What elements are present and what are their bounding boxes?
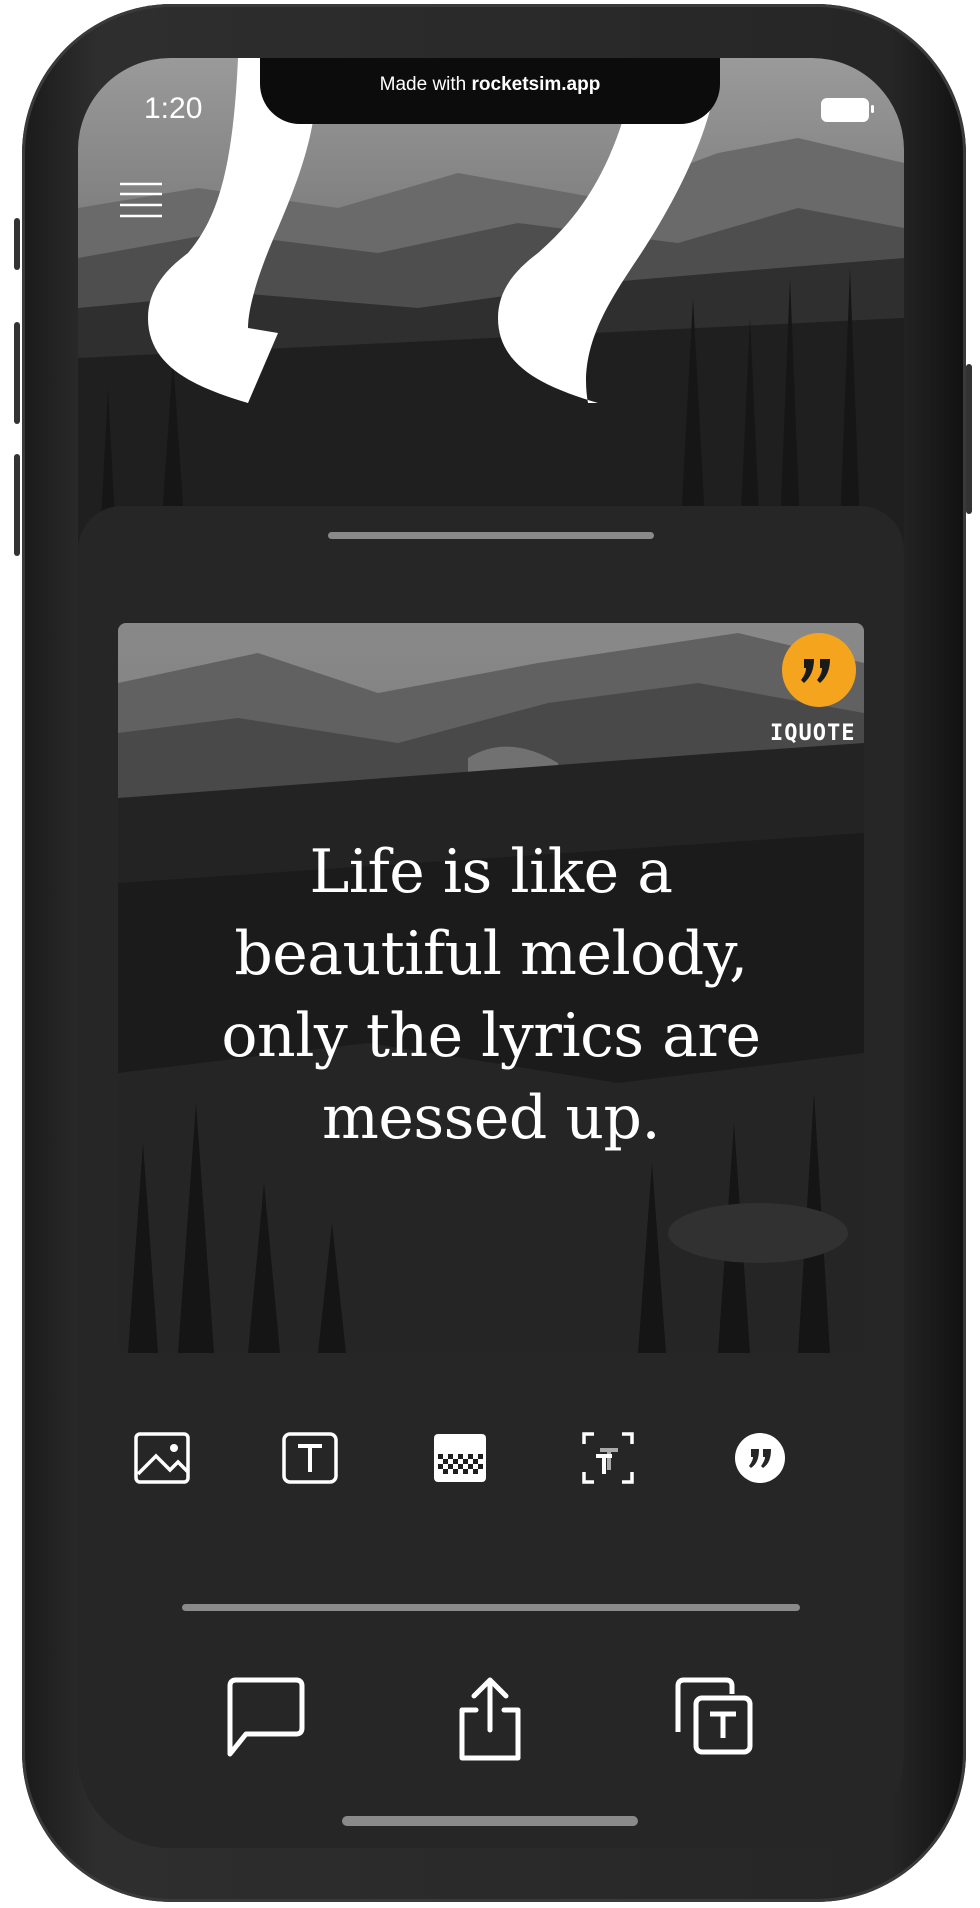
quote-text[interactable]: Life is like a beautiful melody, only th… [198,831,784,1159]
text-icon[interactable] [278,1426,342,1490]
app-screen: Made with rocketsim.app 1:20 Life is lik… [78,58,904,1848]
device-notch: Made with rocketsim.app [260,58,720,124]
notch-caption: Made with rocketsim.app [379,74,601,95]
editor-sheet: Life is like a beautiful melody, only th… [78,506,904,1848]
mute-switch [14,218,20,270]
hamburger-menu-icon[interactable] [118,180,164,220]
image-icon[interactable] [130,1426,194,1490]
sheet-drag-handle[interactable] [328,532,654,539]
quote-card[interactable]: Life is like a beautiful melody, only th… [118,623,864,1353]
home-indicator[interactable] [342,1816,638,1826]
volume-up-button [14,322,20,424]
battery-icon [821,98,874,122]
status-time: 1:20 [144,92,203,125]
share-icon[interactable] [444,1672,536,1764]
action-bar [78,1672,904,1772]
opacity-pattern-icon[interactable] [428,1426,492,1490]
section-divider [182,1604,800,1611]
logo-wordmark: IQUOTE [770,721,856,746]
quote-logo-icon [782,633,856,707]
volume-down-button [14,454,20,556]
copy-text-icon[interactable] [668,1672,760,1764]
power-button [966,364,972,514]
editor-toolbar [78,1426,904,1496]
quote-logo-toggle-icon[interactable] [728,1426,792,1490]
speech-bubble-icon[interactable] [220,1672,312,1764]
header-background: Made with rocketsim.app 1:20 [78,58,904,578]
text-frame-icon[interactable] [576,1426,640,1490]
